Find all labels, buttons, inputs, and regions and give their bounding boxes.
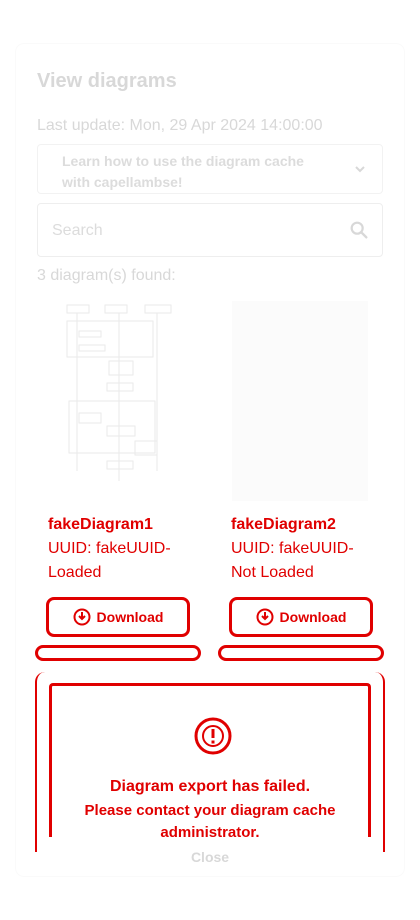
diagram-thumbnail[interactable]	[232, 301, 368, 501]
diagram-uuid: UUID: fakeUUID-	[231, 540, 354, 557]
download-icon	[256, 608, 274, 626]
results-count: 3 diagram(s) found:	[37, 267, 176, 284]
search-icon[interactable]	[348, 219, 370, 241]
diagram-card: fakeDiagram2 UUID: fakeUUID- Not Loaded …	[218, 295, 384, 661]
diagram-status: Loaded	[48, 564, 102, 581]
card-footer	[218, 645, 384, 661]
search-box	[37, 203, 383, 257]
diagram-uuid: UUID: fakeUUID-	[48, 540, 171, 557]
download-label: Download	[96, 609, 164, 625]
diagram-name: fakeDiagram1	[48, 516, 153, 533]
search-input[interactable]	[52, 220, 332, 242]
diagram-card: fakeDiagram1 UUID: fakeUUID- Loaded Down…	[35, 295, 201, 661]
info-accordion[interactable]: Learn how to use the diagram cache with …	[37, 144, 383, 194]
accordion-label: Learn how to use the diagram cache with …	[62, 153, 304, 190]
download-button[interactable]: Download	[229, 597, 373, 637]
download-icon	[73, 608, 91, 626]
diagram-thumbnail[interactable]	[49, 301, 185, 501]
error-icon	[194, 717, 232, 755]
diagram-name: fakeDiagram2	[231, 516, 336, 533]
close-button[interactable]: Close	[35, 846, 385, 868]
last-update-text: Last update: Mon, 29 Apr 2024 14:00:00	[37, 117, 323, 134]
page-title: View diagrams	[37, 70, 177, 92]
chevron-down-icon	[355, 166, 365, 173]
download-label: Download	[279, 609, 347, 625]
alert-title: Diagram export has failed.	[109, 778, 311, 795]
alert-message: Please contact your diagram cache admini…	[84, 802, 336, 841]
card-footer	[35, 645, 201, 661]
error-alert: Diagram export has failed. Please contac…	[49, 683, 371, 841]
download-button[interactable]: Download	[46, 597, 190, 637]
diagram-status: Not Loaded	[231, 564, 314, 581]
